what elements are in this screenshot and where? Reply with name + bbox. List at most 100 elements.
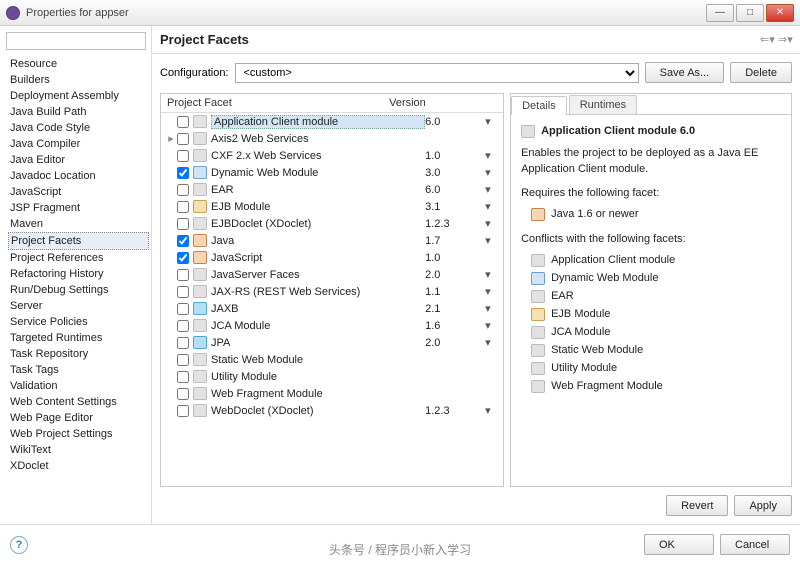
nav-item[interactable]: JavaScript	[8, 184, 149, 200]
facet-checkbox[interactable]	[177, 201, 189, 213]
save-as-button[interactable]: Save As...	[645, 62, 725, 83]
facet-row[interactable]: JCA Module1.6▾	[161, 317, 503, 334]
apply-button[interactable]: Apply	[734, 495, 792, 516]
facet-row[interactable]: Application Client module6.0▾	[161, 113, 503, 130]
cancel-button[interactable]: Cancel	[720, 534, 790, 555]
nav-item[interactable]: Refactoring History	[8, 266, 149, 282]
facet-row[interactable]: CXF 2.x Web Services1.0▾	[161, 147, 503, 164]
facet-checkbox[interactable]	[177, 133, 189, 145]
version-dropdown-icon[interactable]: ▾	[485, 404, 499, 417]
facet-row[interactable]: JAX-RS (REST Web Services)1.1▾	[161, 283, 503, 300]
facet-checkbox[interactable]	[177, 269, 189, 281]
facet-checkbox[interactable]	[177, 150, 189, 162]
nav-item[interactable]: Run/Debug Settings	[8, 282, 149, 298]
main-panel: Project Facets ⇐▾ ⇒▾ Configuration: <cus…	[152, 26, 800, 524]
nav-item[interactable]: Web Project Settings	[8, 426, 149, 442]
facet-icon	[193, 268, 207, 281]
ok-button[interactable]: OK	[644, 534, 714, 555]
config-label: Configuration:	[160, 67, 229, 79]
version-dropdown-icon[interactable]: ▾	[485, 217, 499, 230]
facet-row[interactable]: JavaScript1.0	[161, 249, 503, 266]
facet-row[interactable]: JPA2.0▾	[161, 334, 503, 351]
facet-checkbox[interactable]	[177, 116, 189, 128]
revert-button[interactable]: Revert	[666, 495, 728, 516]
nav-item[interactable]: WikiText	[8, 442, 149, 458]
forward-icon[interactable]: ⇒▾	[778, 33, 792, 46]
nav-item[interactable]: Deployment Assembly	[8, 88, 149, 104]
nav-item[interactable]: JSP Fragment	[8, 200, 149, 216]
facet-row[interactable]: EAR6.0▾	[161, 181, 503, 198]
version-dropdown-icon[interactable]: ▾	[485, 183, 499, 196]
facet-row[interactable]: Static Web Module	[161, 351, 503, 368]
nav-item[interactable]: Java Editor	[8, 152, 149, 168]
version-dropdown-icon[interactable]: ▾	[485, 336, 499, 349]
nav-item[interactable]: Project References	[8, 250, 149, 266]
window-title: Properties for appser	[26, 7, 706, 19]
nav-item[interactable]: Validation	[8, 378, 149, 394]
facet-row[interactable]: Dynamic Web Module3.0▾	[161, 164, 503, 181]
facet-row[interactable]: ▸Axis2 Web Services	[161, 130, 503, 147]
facet-checkbox[interactable]	[177, 286, 189, 298]
maximize-button[interactable]: □	[736, 4, 764, 22]
close-button[interactable]: ✕	[766, 4, 794, 22]
facet-checkbox[interactable]	[177, 303, 189, 315]
nav-item[interactable]: Java Code Style	[8, 120, 149, 136]
tab-runtimes[interactable]: Runtimes	[569, 95, 637, 114]
version-dropdown-icon[interactable]: ▾	[485, 319, 499, 332]
nav-item[interactable]: Resource	[8, 56, 149, 72]
delete-button[interactable]: Delete	[730, 62, 792, 83]
version-dropdown-icon[interactable]: ▾	[485, 166, 499, 179]
nav-item[interactable]: Web Content Settings	[8, 394, 149, 410]
facet-row[interactable]: Web Fragment Module	[161, 385, 503, 402]
config-select[interactable]: <custom>	[235, 63, 639, 83]
col-facet[interactable]: Project Facet	[161, 94, 383, 112]
facet-checkbox[interactable]	[177, 354, 189, 366]
facet-row[interactable]: EJBDoclet (XDoclet)1.2.3▾	[161, 215, 503, 232]
nav-item[interactable]: Maven	[8, 216, 149, 232]
facet-checkbox[interactable]	[177, 320, 189, 332]
nav-item[interactable]: Project Facets	[8, 232, 149, 250]
nav-item[interactable]: Java Build Path	[8, 104, 149, 120]
back-icon[interactable]: ⇐▾	[760, 33, 774, 46]
facet-checkbox[interactable]	[177, 184, 189, 196]
facet-row[interactable]: EJB Module3.1▾	[161, 198, 503, 215]
facet-checkbox[interactable]	[177, 252, 189, 264]
nav-item[interactable]: Task Repository	[8, 346, 149, 362]
nav-item[interactable]: XDoclet	[8, 458, 149, 474]
nav-item[interactable]: Task Tags	[8, 362, 149, 378]
facet-checkbox[interactable]	[177, 235, 189, 247]
nav-item[interactable]: Service Policies	[8, 314, 149, 330]
version-dropdown-icon[interactable]: ▾	[485, 149, 499, 162]
help-icon[interactable]: ?	[10, 536, 28, 554]
filter-input[interactable]	[6, 32, 146, 50]
nav-item[interactable]: Targeted Runtimes	[8, 330, 149, 346]
facet-row[interactable]: Java1.7▾	[161, 232, 503, 249]
col-version[interactable]: Version	[383, 94, 503, 112]
tab-details[interactable]: Details	[511, 96, 567, 115]
facet-checkbox[interactable]	[177, 218, 189, 230]
version-dropdown-icon[interactable]: ▾	[485, 285, 499, 298]
facet-checkbox[interactable]	[177, 337, 189, 349]
nav-item[interactable]: Javadoc Location	[8, 168, 149, 184]
facet-row[interactable]: JAXB2.1▾	[161, 300, 503, 317]
facet-checkbox[interactable]	[177, 388, 189, 400]
version-dropdown-icon[interactable]: ▾	[485, 302, 499, 315]
detail-item-icon	[531, 380, 545, 393]
version-dropdown-icon[interactable]: ▾	[485, 234, 499, 247]
detail-item-icon	[531, 362, 545, 375]
facet-row[interactable]: WebDoclet (XDoclet)1.2.3▾	[161, 402, 503, 419]
expand-icon[interactable]: ▸	[165, 132, 177, 145]
facet-checkbox[interactable]	[177, 167, 189, 179]
version-dropdown-icon[interactable]: ▾	[485, 115, 499, 128]
nav-item[interactable]: Java Compiler	[8, 136, 149, 152]
facet-checkbox[interactable]	[177, 371, 189, 383]
facet-checkbox[interactable]	[177, 405, 189, 417]
version-dropdown-icon[interactable]: ▾	[485, 200, 499, 213]
minimize-button[interactable]: —	[706, 4, 734, 22]
nav-item[interactable]: Server	[8, 298, 149, 314]
nav-item[interactable]: Builders	[8, 72, 149, 88]
facet-row[interactable]: Utility Module	[161, 368, 503, 385]
version-dropdown-icon[interactable]: ▾	[485, 268, 499, 281]
nav-item[interactable]: Web Page Editor	[8, 410, 149, 426]
facet-row[interactable]: JavaServer Faces2.0▾	[161, 266, 503, 283]
